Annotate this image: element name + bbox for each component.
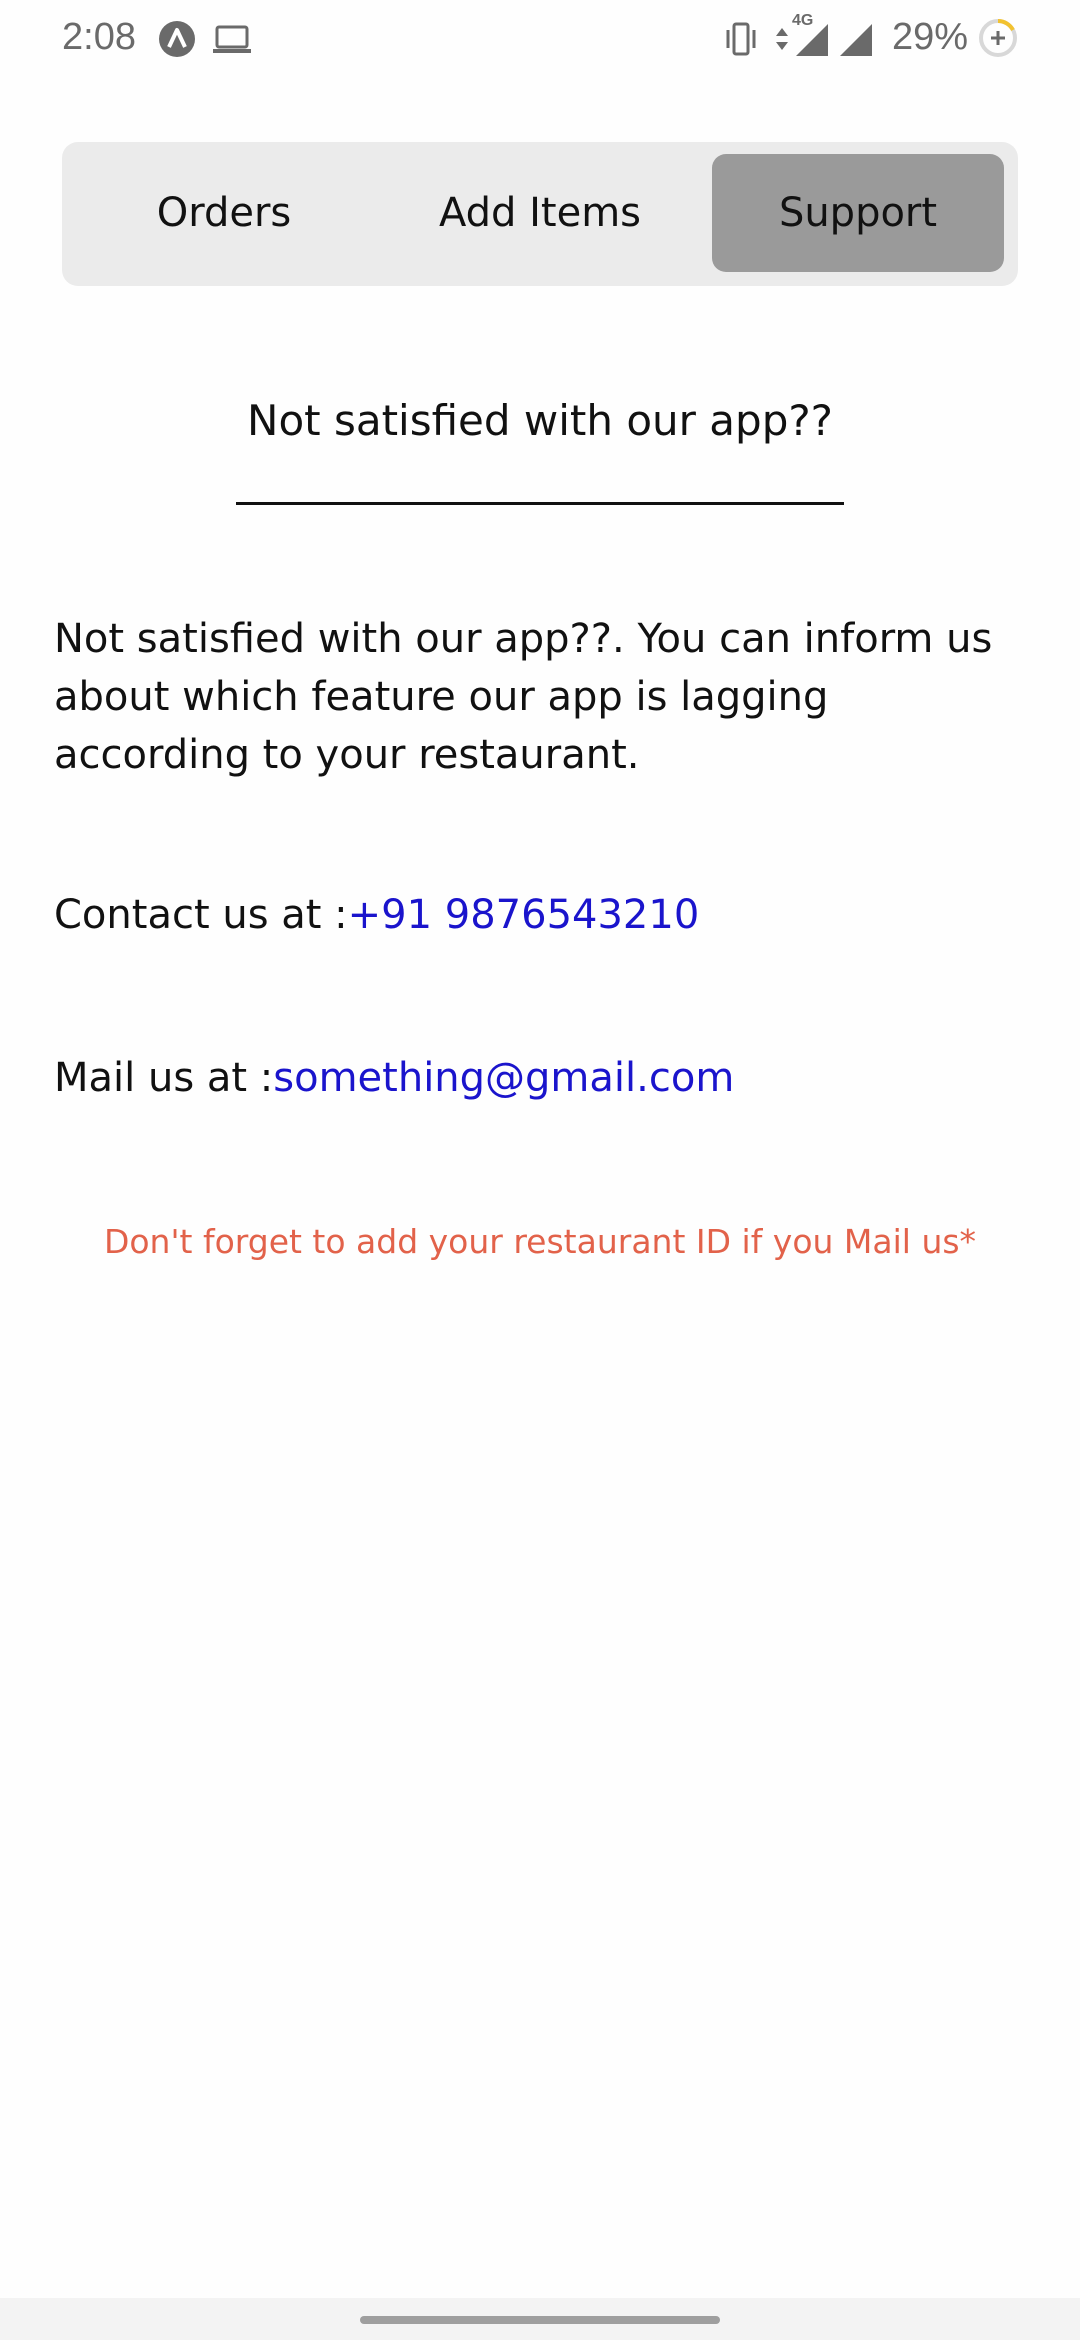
signal-icon — [794, 22, 830, 62]
tab-orders[interactable]: Orders — [74, 154, 374, 272]
support-heading: Not satisfied with our app?? — [247, 396, 833, 445]
contact-row: Contact us at :+91 9876543210 — [54, 892, 699, 938]
tab-add-items[interactable]: Add Items — [390, 154, 690, 272]
vibrate-icon — [724, 20, 758, 62]
status-bar: 2:08 4G 29% — [0, 0, 1080, 80]
tab-bar: Orders Add Items Support — [62, 142, 1018, 286]
home-indicator[interactable] — [360, 2316, 720, 2324]
support-message: Not satisfied with our app??. You can in… — [54, 616, 993, 778]
support-screen: 2:08 4G 29% Orders Add Items Support Not… — [0, 0, 1080, 2340]
tab-support[interactable]: Support — [712, 154, 1004, 272]
mail-label: Mail us at : — [54, 1055, 274, 1101]
heading-divider — [236, 502, 844, 505]
restaurant-id-note: Don't forget to add your restaurant ID i… — [103, 1222, 977, 1261]
contact-label: Contact us at : — [54, 892, 348, 938]
contact-phone-link[interactable]: +91 9876543210 — [348, 892, 700, 938]
mail-row: Mail us at :something@gmail.com — [54, 1055, 734, 1101]
app-notification-icon — [158, 20, 196, 62]
status-time: 2:08 — [62, 16, 136, 58]
signal-icon-2 — [838, 22, 874, 62]
mail-address-link[interactable]: something@gmail.com — [273, 1055, 734, 1101]
battery-percent: 29% — [892, 16, 969, 58]
battery-saver-icon — [978, 18, 1018, 62]
data-arrows-icon — [772, 20, 792, 62]
laptop-icon — [212, 24, 252, 60]
